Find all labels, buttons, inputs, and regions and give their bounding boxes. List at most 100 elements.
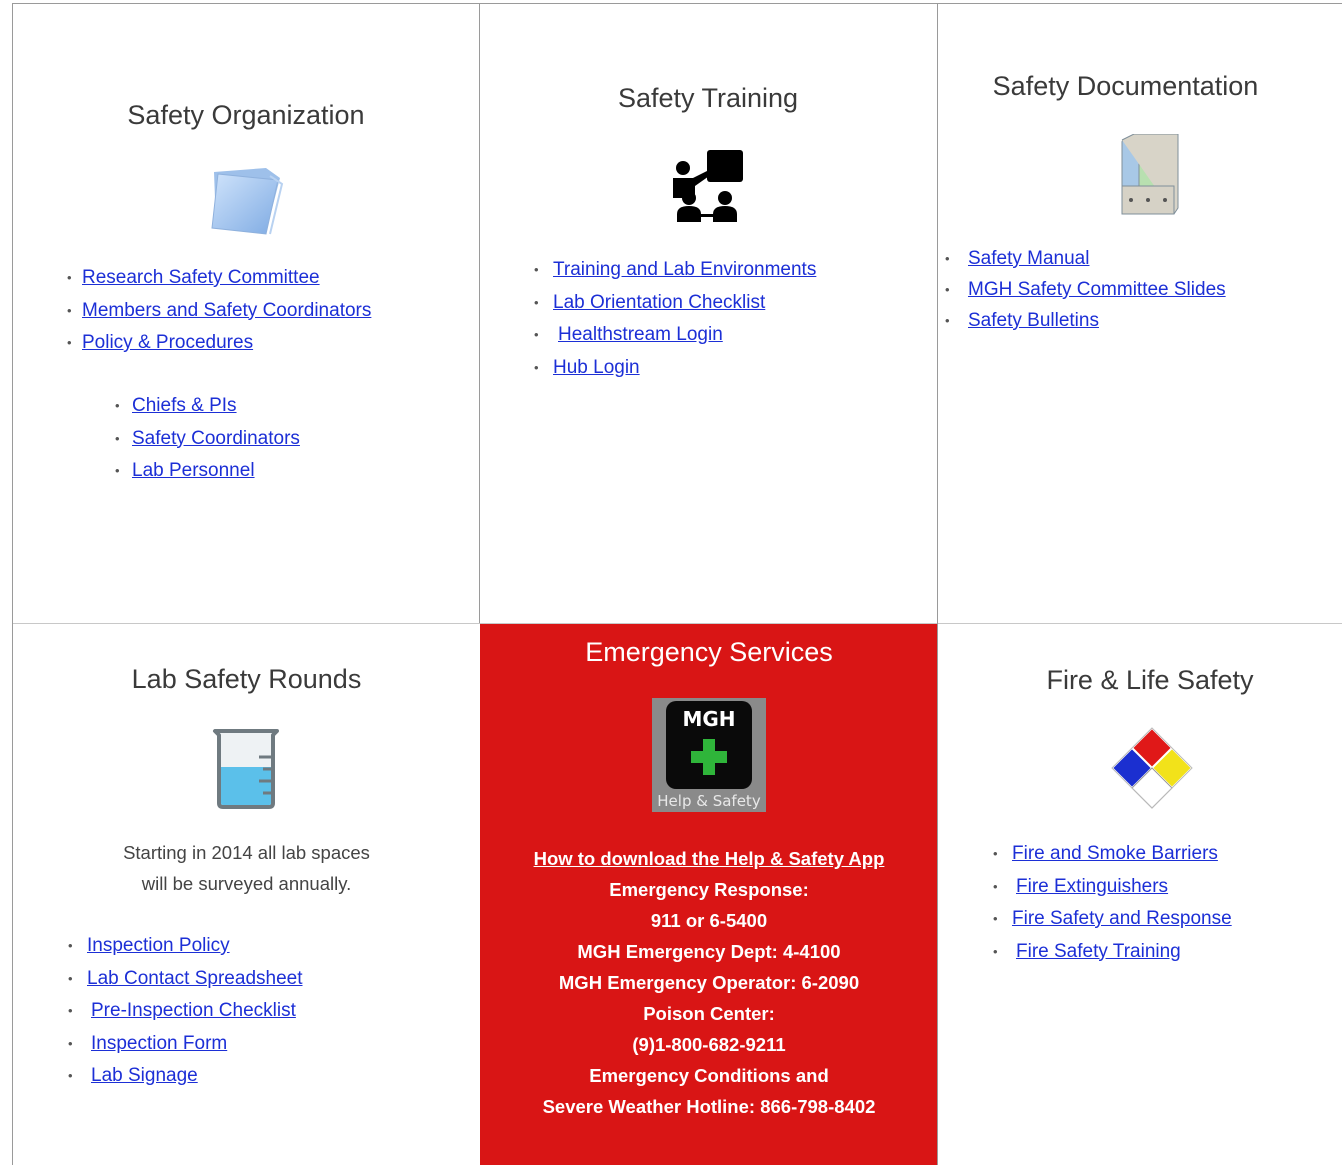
list-item: • Lab Personnel xyxy=(115,455,300,488)
list-item: • Fire and Smoke Barriers xyxy=(993,838,1232,871)
safety-organization-panel: Safety Organization • Research Safety Com… xyxy=(12,3,480,624)
link-lab-personnel[interactable]: Lab Personnel xyxy=(132,460,255,481)
link-policy-procedures[interactable]: Policy & Procedures xyxy=(82,332,253,353)
link-healthstream-login[interactable]: Healthstream Login xyxy=(558,324,723,345)
list-item: • Hub Login xyxy=(534,352,816,385)
training-presentation-icon xyxy=(669,148,745,227)
link-lab-signage[interactable]: Lab Signage xyxy=(91,1065,198,1086)
link-research-safety-committee[interactable]: Research Safety Committee xyxy=(82,267,320,288)
app-logo-caption: Help & Safety xyxy=(657,792,761,810)
list-item: • Inspection Form xyxy=(68,1028,303,1061)
bullet: • xyxy=(67,302,72,318)
policy-sublinks: • Chiefs & PIs • Safety Coordinators • Lab … xyxy=(115,390,300,488)
safety-training-title: Safety Training xyxy=(617,83,799,113)
bullet: • xyxy=(945,251,950,266)
bullet: • xyxy=(534,262,539,277)
nfpa-diamond-icon xyxy=(1110,726,1194,814)
link-hub-login[interactable]: Hub Login xyxy=(553,357,640,378)
emergency-services-panel: Emergency Services MGH Help & Safety How… xyxy=(480,624,938,1165)
link-mgh-safety-committee-slides[interactable]: MGH Safety Committee Slides xyxy=(968,279,1226,300)
weather-hotline-label: Emergency Conditions and xyxy=(589,1065,829,1086)
list-item: • Fire Extinguishers xyxy=(993,871,1232,904)
list-item: • Members and Safety Coordinators xyxy=(67,295,371,328)
link-download-help-safety-app[interactable]: How to download the Help & Safety App xyxy=(534,848,885,869)
bullet: • xyxy=(67,335,72,350)
rounds-note-line1: Starting in 2014 all lab spaces xyxy=(123,842,370,863)
list-item: • Pre-Inspection Checklist xyxy=(68,995,303,1028)
mgh-help-safety-app-logo[interactable]: MGH Help & Safety xyxy=(652,698,766,812)
emergency-operator-number: MGH Emergency Operator: 6-2090 xyxy=(558,972,860,993)
list-item: • Policy & Procedures xyxy=(67,327,371,360)
link-safety-coordinators[interactable]: Safety Coordinators xyxy=(132,428,300,449)
link-members-safety-coordinators[interactable]: Members and Safety Coordinators xyxy=(82,300,371,321)
safety-documentation-links: • Safety Manual • MGH Safety Committee Sli… xyxy=(945,243,1226,336)
link-fire-safety-training[interactable]: Fire Safety Training xyxy=(1016,941,1181,962)
list-item: • Safety Coordinators xyxy=(115,423,300,456)
folder-icon xyxy=(208,164,288,245)
bullet: • xyxy=(534,359,539,375)
link-lab-orientation-checklist[interactable]: Lab Orientation Checklist xyxy=(553,292,765,313)
link-safety-bulletins[interactable]: Safety Bulletins xyxy=(968,310,1099,331)
safety-documentation-panel: Safety Documentation • Safety Manual • MGH… xyxy=(937,3,1342,624)
list-item: • Healthstream Login xyxy=(534,319,816,352)
bullet: • xyxy=(945,282,950,297)
bullet: • xyxy=(68,1068,73,1083)
list-item: • Chiefs & PIs xyxy=(115,390,300,423)
link-lab-contact-spreadsheet[interactable]: Lab Contact Spreadsheet xyxy=(87,968,303,989)
poison-center-label: Poison Center: xyxy=(643,1003,775,1024)
safety-organization-links: • Research Safety Committee • Members and … xyxy=(67,262,371,360)
bullet: • xyxy=(115,430,120,446)
list-item: • Training and Lab Environments xyxy=(534,254,816,287)
safety-training-panel: Safety Training • Training and Lab Enviro… xyxy=(479,3,938,624)
lab-safety-rounds-links: • Inspection Policy • Lab Contact Spreadsh… xyxy=(68,930,303,1093)
link-chiefs-pis[interactable]: Chiefs & PIs xyxy=(132,395,237,416)
bullet: • xyxy=(115,398,120,413)
list-item: • Lab Orientation Checklist xyxy=(534,287,816,320)
bullet: • xyxy=(68,970,73,986)
link-pre-inspection-checklist[interactable]: Pre-Inspection Checklist xyxy=(91,1000,296,1021)
bullet: • xyxy=(534,294,539,310)
safety-organization-title: Safety Organization xyxy=(127,100,365,130)
link-training-lab-environments[interactable]: Training and Lab Environments xyxy=(553,259,816,280)
bullet: • xyxy=(68,1035,73,1051)
bullet: • xyxy=(993,911,998,926)
safety-grid: Safety Organization • Research Safety Com… xyxy=(0,0,1342,1165)
emergency-response-number: 911 or 6-5400 xyxy=(650,910,768,931)
link-fire-smoke-barriers[interactable]: Fire and Smoke Barriers xyxy=(1012,843,1218,864)
list-item: • Fire Safety Training xyxy=(993,936,1232,969)
bullet: • xyxy=(945,313,950,328)
green-cross-icon xyxy=(691,739,727,775)
emergency-info: How to download the Help & Safety App Em… xyxy=(480,843,938,1122)
safety-training-links: • Training and Lab Environments • Lab Orie… xyxy=(534,254,816,384)
bullet: • xyxy=(993,943,998,959)
link-fire-extinguishers[interactable]: Fire Extinguishers xyxy=(1016,876,1168,897)
link-fire-safety-response[interactable]: Fire Safety and Response xyxy=(1012,908,1232,929)
rounds-note-line2: will be surveyed annually. xyxy=(141,873,352,894)
lab-safety-rounds-panel: Lab Safety Rounds Starting in 2014 all l… xyxy=(12,623,480,1165)
bullet: • xyxy=(115,463,120,478)
bullet: • xyxy=(67,270,72,285)
poison-center-number: (9)1-800-682-9211 xyxy=(632,1034,786,1055)
list-item: • Lab Contact Spreadsheet xyxy=(68,963,303,996)
emergency-services-title: Emergency Services xyxy=(585,637,833,667)
bullet: • xyxy=(68,1003,73,1018)
link-inspection-form[interactable]: Inspection Form xyxy=(91,1033,227,1054)
emergency-response-label: Emergency Response: xyxy=(609,879,809,900)
fire-life-safety-panel: Fire & Life Safety • Fire and Smoke Barri… xyxy=(937,623,1342,1165)
beaker-icon xyxy=(211,727,281,814)
list-item: • Research Safety Committee xyxy=(67,262,371,295)
link-inspection-policy[interactable]: Inspection Policy xyxy=(87,935,230,956)
list-item: • Inspection Policy xyxy=(68,930,303,963)
app-logo-mgh: MGH xyxy=(682,707,736,731)
emergency-dept-number: MGH Emergency Dept: 4-4100 xyxy=(577,941,841,962)
list-item: • Fire Safety and Response xyxy=(993,903,1232,936)
fire-life-safety-title: Fire & Life Safety xyxy=(1046,665,1254,695)
list-item: • MGH Safety Committee Slides xyxy=(945,274,1226,305)
bullet: • xyxy=(68,938,73,953)
safety-documentation-title: Safety Documentation xyxy=(992,71,1259,101)
weather-hotline-number: Severe Weather Hotline: 866-798-8402 xyxy=(542,1096,876,1117)
list-item: • Lab Signage xyxy=(68,1060,303,1093)
bullet: • xyxy=(993,846,998,861)
link-safety-manual[interactable]: Safety Manual xyxy=(968,248,1089,269)
lab-safety-rounds-title: Lab Safety Rounds xyxy=(131,664,362,694)
